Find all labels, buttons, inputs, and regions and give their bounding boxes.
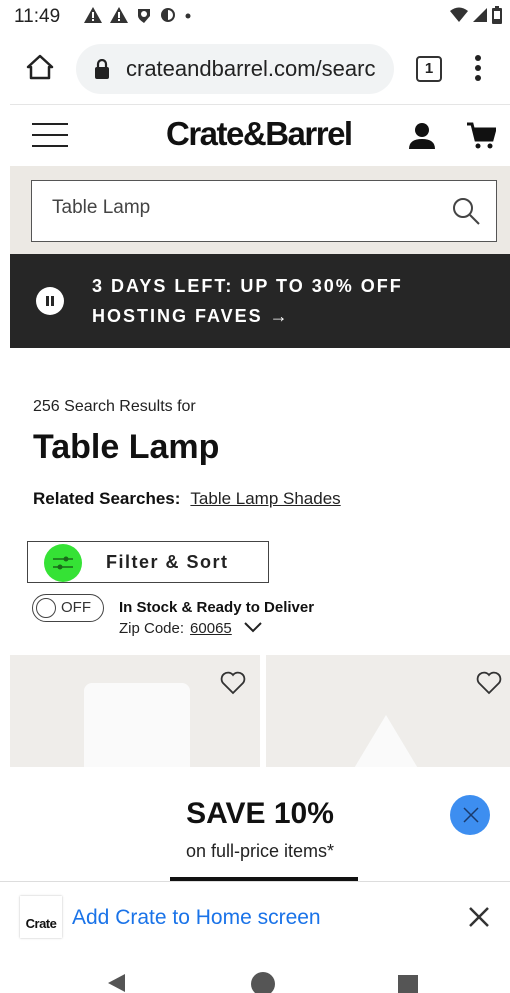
notification-icons [84, 7, 192, 23]
heart-icon[interactable] [220, 671, 246, 695]
in-stock-toggle[interactable]: OFF [32, 594, 104, 622]
browser-toolbar: crateandbarrel.com/searc 1 [0, 36, 510, 102]
add-to-home-label[interactable]: Add Crate to Home screen [72, 906, 321, 930]
related-searches: Related Searches: Table Lamp Shades [33, 489, 341, 509]
recents-icon[interactable] [398, 975, 418, 993]
system-icons [450, 6, 502, 24]
save-headline: SAVE 10% [186, 797, 334, 830]
zip-code-row: Zip Code: 60065 [119, 620, 262, 637]
tab-switcher-button[interactable]: 1 [416, 56, 442, 82]
search-icon[interactable] [452, 197, 480, 225]
crate-app-icon: Crate [20, 896, 62, 938]
site-logo[interactable]: Crate&Barrel [166, 115, 353, 153]
dot-icon [185, 13, 191, 19]
product-image [84, 683, 190, 767]
promo-line-2: HOSTING FAVES → [92, 306, 290, 326]
close-icon[interactable] [468, 906, 490, 928]
zip-code-label: Zip Code: [119, 620, 185, 637]
heart-icon[interactable] [476, 671, 502, 695]
close-icon [463, 807, 479, 823]
zip-code-link[interactable]: 60065 [190, 620, 232, 637]
shield-icon [138, 9, 150, 23]
toggle-state: OFF [61, 599, 91, 616]
wifi-icon [450, 7, 468, 22]
back-icon[interactable] [108, 974, 126, 992]
filter-sort-button[interactable]: Filter & Sort [27, 541, 269, 583]
battery-icon [492, 6, 502, 24]
home-button-icon[interactable] [251, 972, 275, 993]
filter-sliders-icon [53, 556, 73, 570]
home-icon[interactable] [26, 54, 54, 80]
toggle-knob [36, 598, 56, 618]
filter-sort-label: Filter & Sort [106, 552, 229, 572]
lock-icon [95, 59, 109, 79]
promo-banner[interactable]: 3 DAYS LEFT: UP TO 30% OFF HOSTING FAVES… [10, 254, 510, 348]
signal-icon [473, 8, 487, 22]
product-tile[interactable] [10, 655, 260, 767]
pause-icon[interactable] [36, 287, 64, 315]
product-image [350, 715, 422, 767]
related-search-link[interactable]: Table Lamp Shades [190, 489, 340, 508]
data-saver-icon [161, 8, 175, 22]
search-box[interactable] [31, 180, 497, 242]
filter-indicator [44, 544, 82, 582]
close-popup-button[interactable] [450, 795, 490, 835]
related-searches-label: Related Searches: [33, 489, 181, 508]
promo-line-1: 3 DAYS LEFT: UP TO 30% OFF [92, 276, 403, 296]
in-stock-label: In Stock & Ready to Deliver [119, 599, 315, 616]
account-icon[interactable] [408, 121, 436, 151]
site-header: Crate&Barrel [10, 104, 510, 166]
status-bar: 11:49 [0, 0, 510, 36]
chevron-down-icon[interactable] [244, 621, 262, 633]
results-count: 256 Search Results for [33, 398, 196, 415]
warning-icon [84, 7, 102, 23]
menu-icon[interactable] [32, 123, 68, 156]
warning-icon [110, 7, 128, 23]
status-time: 11:49 [14, 6, 61, 27]
add-to-home-banner[interactable]: Crate Add Crate to Home screen [0, 881, 510, 955]
search-section [10, 166, 510, 254]
more-options-icon[interactable] [474, 54, 482, 82]
search-input[interactable] [52, 197, 432, 219]
save-subtext: on full-price items* [185, 841, 335, 861]
address-bar[interactable]: crateandbarrel.com/searc [76, 44, 394, 94]
product-tile[interactable] [266, 655, 510, 767]
save-offer-popup: SAVE 10% on full-price items* [10, 767, 510, 881]
page-title: Table Lamp [33, 428, 220, 466]
system-nav-bar [0, 955, 510, 993]
cart-icon[interactable] [466, 121, 496, 151]
url-text: crateandbarrel.com/searc [126, 56, 376, 81]
